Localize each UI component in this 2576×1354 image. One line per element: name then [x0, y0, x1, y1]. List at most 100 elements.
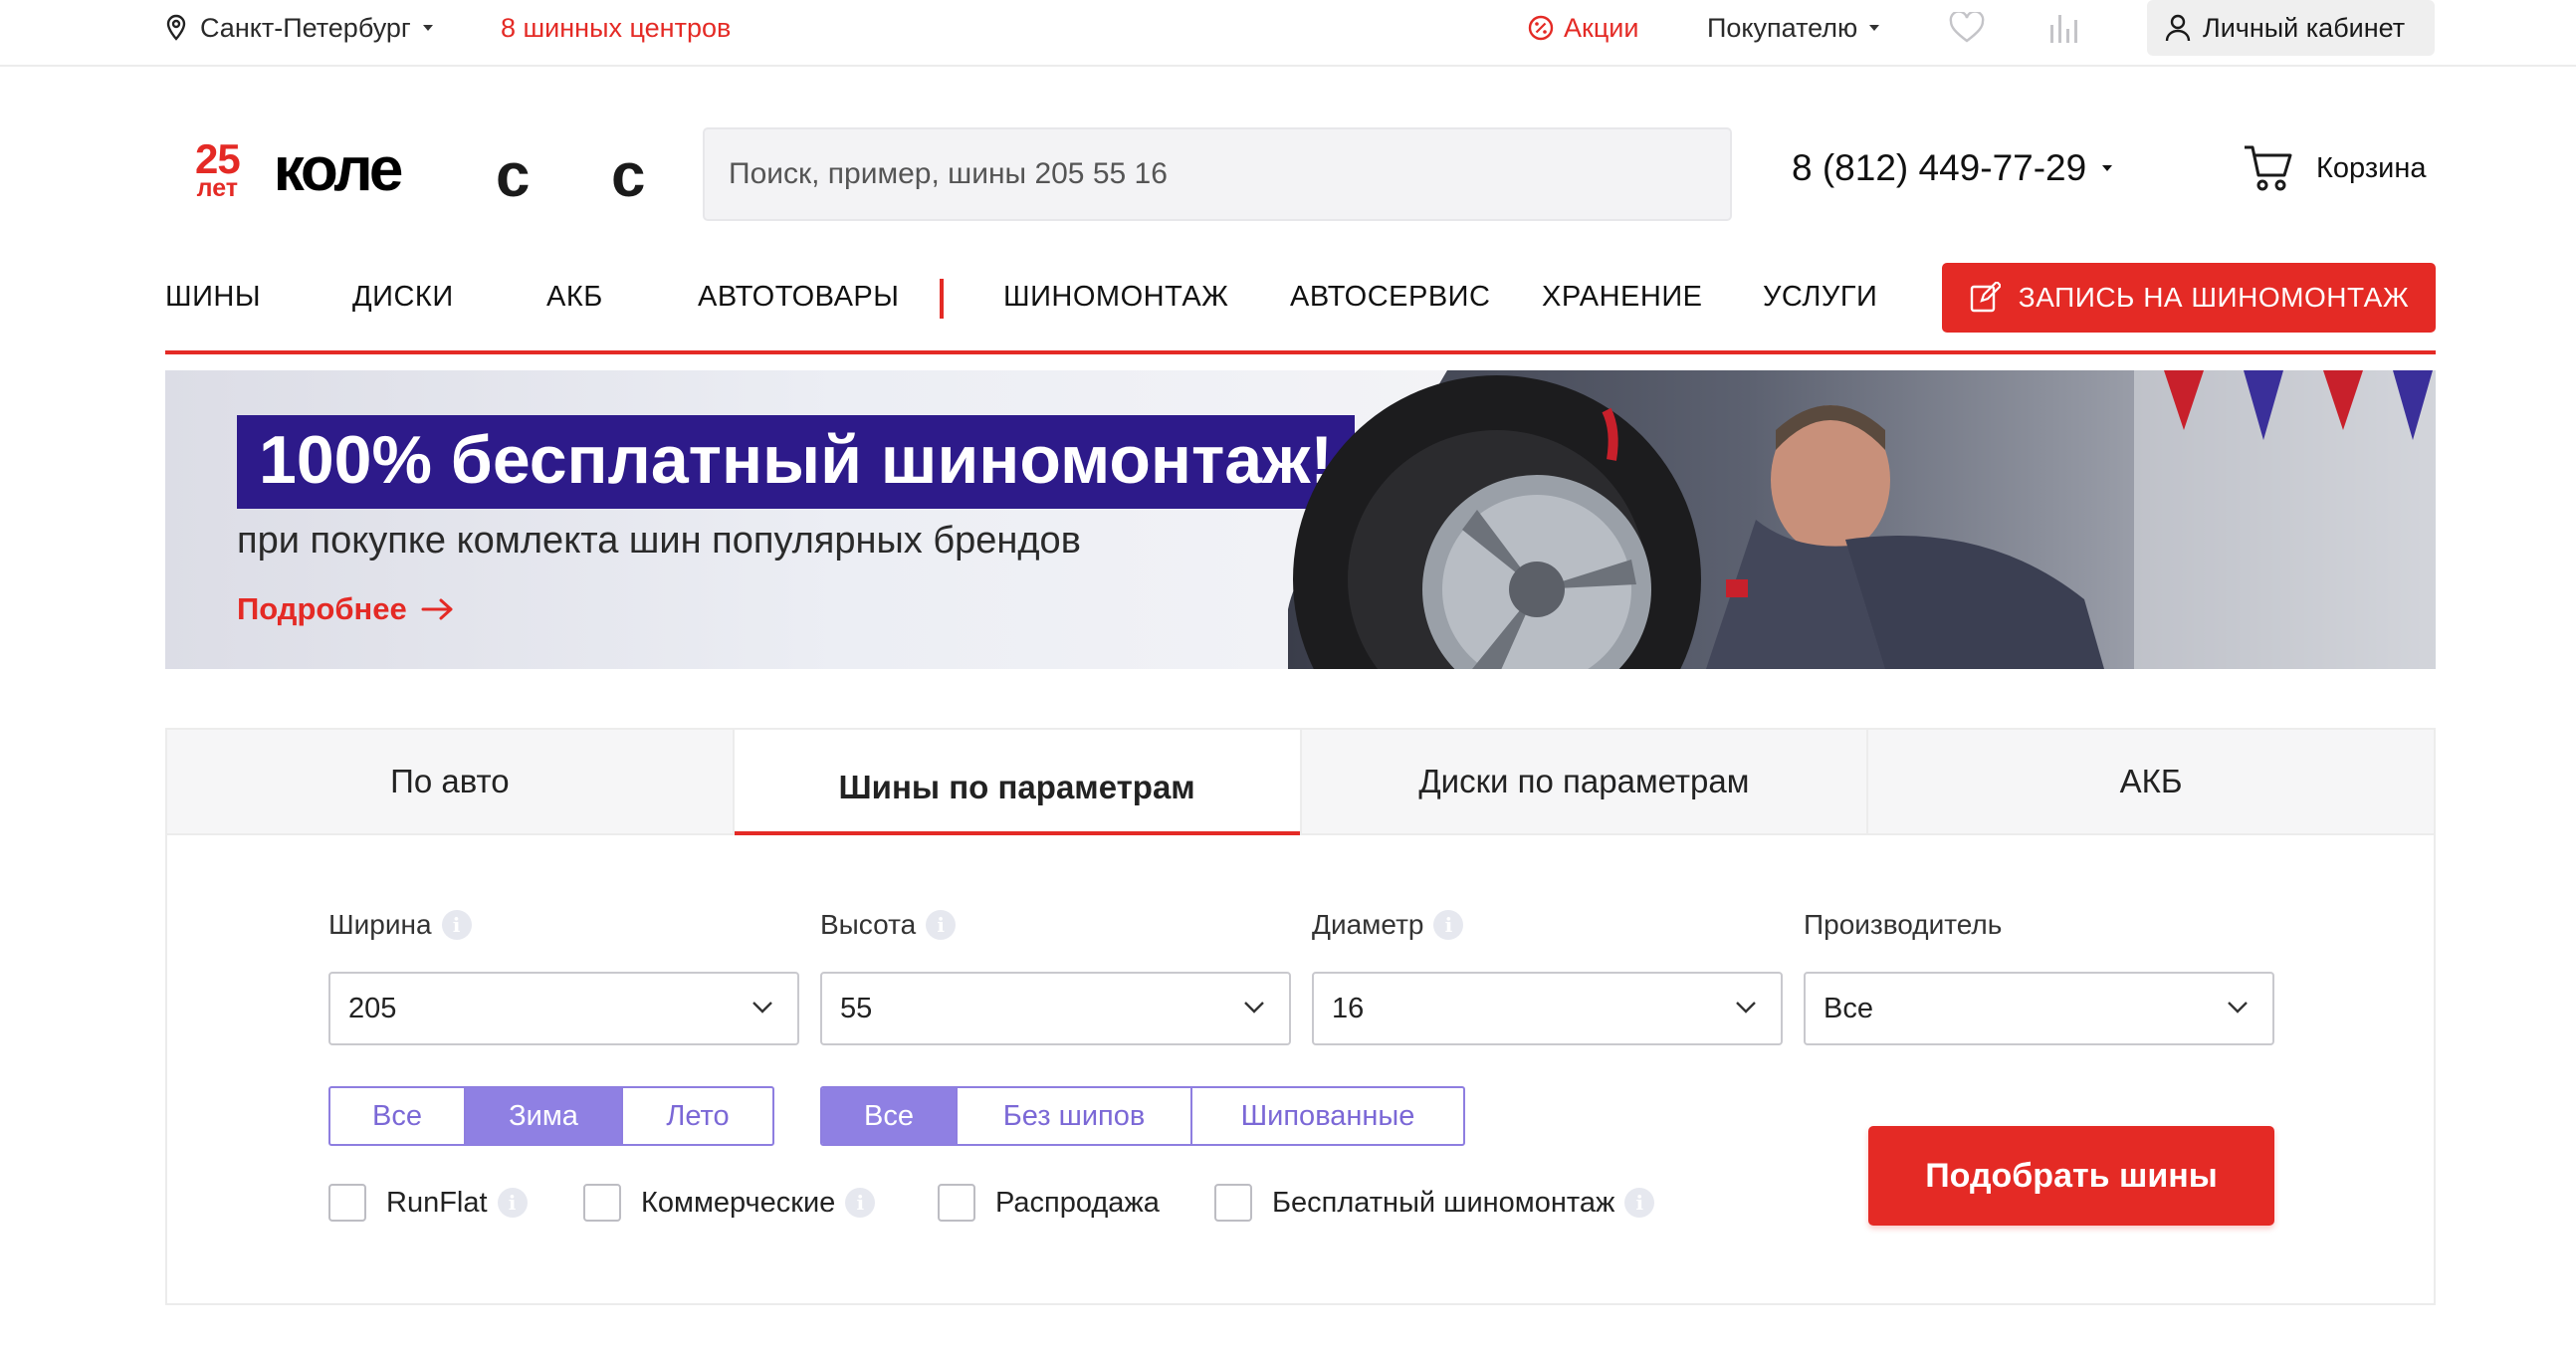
manufacturer-label: Производитель: [1804, 909, 2002, 941]
top-bar: Санкт-Петербург 8 шинных центров Акции П…: [0, 0, 2576, 67]
chevron-down-icon: [752, 1002, 772, 1014]
spikes-none-option[interactable]: Без шипов: [958, 1088, 1192, 1144]
site-logo[interactable]: 25 лет коле с с: [195, 134, 645, 211]
info-icon[interactable]: i: [1624, 1188, 1655, 1218]
nav-item-tire-fitting[interactable]: ШИНОМОНТАЖ: [1003, 281, 1228, 314]
sale-checkbox[interactable]: Распродажа: [938, 1184, 1160, 1222]
search-input[interactable]: [703, 127, 1732, 221]
checkbox-label: Бесплатный шиномонтаж: [1272, 1186, 1615, 1219]
checkbox-box[interactable]: [1214, 1184, 1252, 1222]
nav-item-wheels[interactable]: ДИСКИ: [352, 281, 454, 314]
main-nav: ШИНЫ ДИСКИ АКБ АВТОТОВАРЫ ШИНОМОНТАЖ АВТ…: [165, 261, 2436, 354]
width-select[interactable]: 205: [328, 972, 799, 1045]
nav-item-tires[interactable]: ШИНЫ: [165, 281, 261, 314]
free-fitting-checkbox[interactable]: Бесплатный шиномонтаж i: [1214, 1184, 1655, 1222]
manufacturer-select[interactable]: Все: [1804, 972, 2274, 1045]
tab-by-car[interactable]: По авто: [167, 730, 735, 833]
phone-number[interactable]: 8 (812) 449-77-29: [1792, 147, 2113, 189]
season-all-option[interactable]: Все: [330, 1088, 466, 1144]
logo-years-unit: лет: [196, 173, 239, 202]
nav-item-storage[interactable]: ХРАНЕНИЕ: [1542, 281, 1703, 314]
logo-letter: с: [611, 141, 646, 210]
account-label: Личный кабинет: [2203, 12, 2406, 43]
compare-button[interactable]: [2047, 0, 2081, 56]
account-button[interactable]: Личный кабинет: [2147, 0, 2435, 56]
banner-more-label: Подробнее: [237, 591, 407, 626]
chevron-down-icon: [1244, 1002, 1264, 1014]
checkbox-box[interactable]: [328, 1184, 366, 1222]
user-icon: [2165, 14, 2191, 42]
commercial-checkbox[interactable]: Коммерческие i: [583, 1184, 876, 1222]
info-icon[interactable]: i: [926, 910, 957, 940]
edit-icon: [1970, 282, 2001, 313]
chevron-down-icon: [422, 25, 433, 31]
width-value: 205: [348, 992, 397, 1024]
field-label: Ширина: [328, 909, 432, 940]
tab-label: АКБ: [2119, 763, 2183, 799]
checkbox-label: RunFlat: [386, 1186, 488, 1219]
runflat-checkbox[interactable]: RunFlat i: [328, 1184, 528, 1222]
diameter-value: 16: [1332, 992, 1365, 1024]
tab-label: Диски по параметрам: [1418, 763, 1750, 799]
height-label: Высота i: [820, 909, 957, 941]
checkbox-box[interactable]: [583, 1184, 621, 1222]
spikes-toggle: Все Без шипов Шипованные: [820, 1086, 1465, 1146]
arrow-right-icon: [421, 598, 453, 620]
promo-link[interactable]: Акции: [1528, 0, 1638, 56]
promo-banner[interactable]: 100% бесплатный шиномонтаж! при покупке …: [165, 370, 2436, 669]
book-tire-fitting-button[interactable]: ЗАПИСЬ НА ШИНОМОНТАЖ: [1942, 263, 2436, 333]
tab-label: Шины по параметрам: [838, 769, 1195, 805]
find-tires-button[interactable]: Подобрать шины: [1868, 1126, 2274, 1226]
spikes-all-option[interactable]: Все: [822, 1088, 958, 1144]
buyer-menu[interactable]: Покупателю: [1707, 0, 1880, 56]
spikes-studded-option[interactable]: Шипованные: [1192, 1088, 1463, 1144]
city-label: Санкт-Петербург: [200, 12, 411, 43]
diameter-select[interactable]: 16: [1312, 972, 1783, 1045]
logo-wordmark: коле: [273, 134, 404, 204]
banner-subtitle: при покупке комлекта шин популярных брен…: [237, 520, 1081, 562]
banner-title: 100% бесплатный шиномонтаж!: [259, 422, 1333, 498]
checkbox-label: Коммерческие: [641, 1186, 836, 1219]
bar-chart-icon: [2050, 15, 2077, 43]
nav-item-services[interactable]: УСЛУГИ: [1763, 281, 1877, 314]
manufacturer-value: Все: [1824, 992, 1873, 1024]
tab-tires-by-params[interactable]: Шины по параметрам: [734, 730, 1302, 835]
nav-item-auto-goods[interactable]: АВТОТОВАРЫ: [698, 281, 899, 314]
info-icon[interactable]: i: [441, 910, 472, 940]
city-selector[interactable]: Санкт-Петербург: [164, 0, 433, 56]
phone-label: 8 (812) 449-77-29: [1792, 147, 2087, 188]
height-select[interactable]: 55: [820, 972, 1291, 1045]
banner-more-link[interactable]: Подробнее: [237, 591, 455, 627]
season-winter-option[interactable]: Зима: [466, 1088, 623, 1144]
cart-icon: [2245, 145, 2292, 191]
percent-badge-icon: [1528, 15, 1554, 41]
cart-button[interactable]: Корзина: [2243, 143, 2426, 193]
nav-item-batteries[interactable]: АКБ: [546, 281, 603, 314]
chevron-down-icon: [2228, 1002, 2248, 1014]
info-icon[interactable]: i: [845, 1188, 876, 1218]
info-icon[interactable]: i: [497, 1188, 528, 1218]
favorites-button[interactable]: [1949, 0, 1985, 56]
nav-item-car-service[interactable]: АВТОСЕРВИС: [1290, 281, 1490, 314]
tire-centers-link[interactable]: 8 шинных центров: [501, 0, 731, 56]
book-tire-fitting-label: ЗАПИСЬ НА ШИНОМОНТАЖ: [2018, 282, 2410, 313]
tab-batteries[interactable]: АКБ: [1868, 730, 2434, 833]
season-summer-option[interactable]: Лето: [623, 1088, 772, 1144]
tab-wheels-by-params[interactable]: Диски по параметрам: [1301, 730, 1869, 833]
nav-divider: [940, 279, 944, 319]
chevron-down-icon: [1736, 1002, 1756, 1014]
field-label: Диаметр: [1312, 909, 1424, 940]
tab-label: По авто: [390, 763, 510, 799]
checkbox-box[interactable]: [938, 1184, 975, 1222]
info-icon[interactable]: i: [1433, 910, 1464, 940]
height-value: 55: [840, 992, 873, 1024]
mechanic-with-tire-image: [1288, 370, 2436, 669]
diameter-label: Диаметр i: [1312, 909, 1464, 941]
heart-icon: [1949, 12, 1985, 43]
banner-title-box: 100% бесплатный шиномонтаж!: [237, 415, 1355, 509]
field-label: Высота: [820, 909, 917, 940]
season-toggle: Все Зима Лето: [328, 1086, 774, 1146]
checkbox-label: Распродажа: [995, 1186, 1160, 1219]
tire-selector-panel: По авто Шины по параметрам Диски по пара…: [165, 728, 2436, 1305]
chevron-down-icon: [2102, 165, 2113, 171]
